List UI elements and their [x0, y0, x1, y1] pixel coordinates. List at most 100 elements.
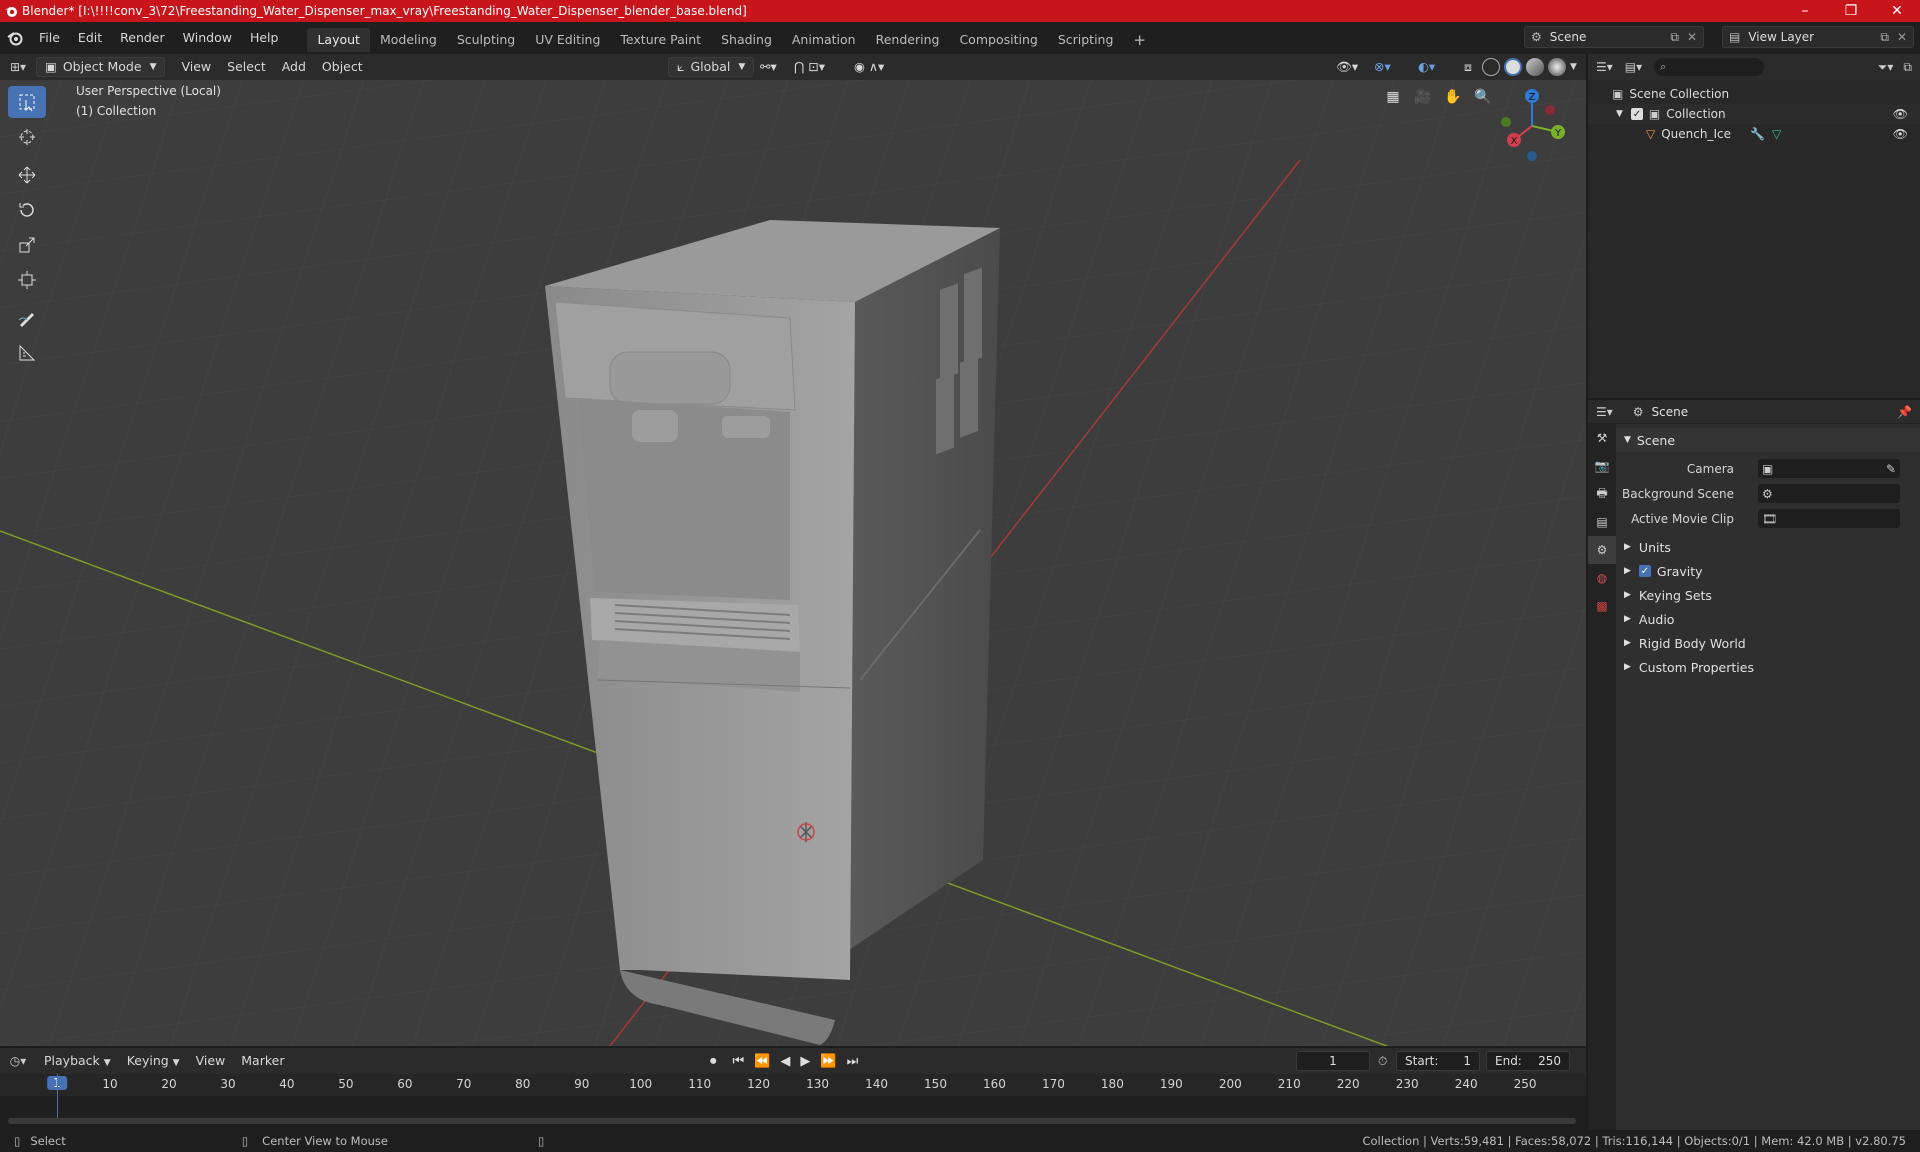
outliner-editor-type-icon[interactable]: ☰▾: [1596, 60, 1613, 74]
cursor-tool-icon[interactable]: [8, 121, 46, 153]
new-view-layer-icon[interactable]: ⧉: [1880, 30, 1889, 45]
gravity-checkbox[interactable]: ✓: [1638, 565, 1651, 577]
remove-view-layer-icon[interactable]: ✕: [1897, 30, 1907, 44]
tab-rendering[interactable]: Rendering: [866, 28, 950, 52]
filter-icon[interactable]: ⏷▾: [1878, 60, 1894, 75]
pin-icon[interactable]: 📌: [1897, 405, 1912, 419]
timeline-area[interactable]: 1102030405060708090100110120130140150160…: [0, 1074, 1586, 1128]
snap-icon[interactable]: ⋂ ⊡▾: [786, 57, 833, 77]
editor-type-icon[interactable]: ⊞▾: [0, 60, 36, 74]
transform-tool-icon[interactable]: [8, 264, 46, 296]
menu-window[interactable]: Window: [174, 26, 241, 50]
scene-panel-header[interactable]: ▼ Scene: [1616, 428, 1920, 452]
tab-shading[interactable]: Shading: [711, 28, 782, 52]
material-shading-icon[interactable]: [1526, 58, 1544, 76]
expand-arrow-icon[interactable]: ▼: [1616, 109, 1623, 119]
annotate-tool-icon[interactable]: [8, 302, 46, 334]
tab-modeling[interactable]: Modeling: [370, 28, 447, 52]
pivot-point-icon[interactable]: ⚯▾: [752, 57, 785, 77]
properties-editor-type-icon[interactable]: ☰▾: [1596, 405, 1613, 419]
tab-scripting[interactable]: Scripting: [1048, 28, 1124, 52]
new-collection-icon[interactable]: ⧉: [1903, 60, 1912, 75]
view-layer-selector[interactable]: ▤ View Layer ⧉ ✕: [1722, 26, 1914, 48]
3d-viewport[interactable]: User Perspective (Local) (1) Collection …: [0, 80, 1586, 1046]
background-scene-field[interactable]: ⚙: [1758, 484, 1900, 503]
menu-render[interactable]: Render: [111, 26, 174, 50]
tab-compositing[interactable]: Compositing: [949, 28, 1047, 52]
playback-menu[interactable]: Playback ▼: [36, 1051, 119, 1071]
zoom-icon[interactable]: 🔍: [1470, 84, 1496, 110]
custom-properties-panel-header[interactable]: ▶ Custom Properties: [1616, 655, 1920, 679]
modifier-wrench-icon[interactable]: 🔧: [1750, 127, 1765, 141]
prev-keyframe-icon[interactable]: ⏪: [754, 1054, 770, 1069]
camera-view-icon[interactable]: 🎥: [1410, 84, 1436, 110]
frame-ruler[interactable]: 1102030405060708090100110120130140150160…: [0, 1074, 1586, 1096]
visibility-eye-icon[interactable]: 👁: [1893, 107, 1908, 121]
timeline-scrollbar[interactable]: [8, 1118, 1576, 1124]
world-tab-icon[interactable]: ◍: [1588, 564, 1616, 592]
solid-shading-icon[interactable]: [1504, 58, 1522, 76]
units-panel-header[interactable]: ▶ Units: [1616, 535, 1920, 559]
wireframe-shading-icon[interactable]: [1482, 58, 1500, 76]
tool-tab-icon[interactable]: ⚒: [1588, 424, 1616, 452]
xray-toggle-icon[interactable]: ⧈: [1456, 57, 1480, 77]
gravity-panel-header[interactable]: ▶ ✓ Gravity: [1616, 559, 1920, 583]
texture-tab-icon[interactable]: ▩: [1588, 592, 1616, 620]
move-tool-icon[interactable]: [8, 159, 46, 191]
maximize-button[interactable]: ❐: [1828, 0, 1874, 22]
display-mode-icon[interactable]: ▤▾: [1625, 60, 1642, 74]
start-frame-field[interactable]: Start: 1: [1396, 1051, 1480, 1071]
menu-help[interactable]: Help: [241, 26, 288, 50]
menu-add[interactable]: Add: [274, 57, 314, 77]
mesh-data-icon[interactable]: ▽: [1772, 127, 1781, 141]
collection-checkbox[interactable]: ✓: [1630, 108, 1643, 120]
new-scene-icon[interactable]: ⧉: [1670, 30, 1679, 45]
pan-hand-icon[interactable]: ✋: [1440, 84, 1466, 110]
play-reverse-icon[interactable]: ◀: [780, 1054, 790, 1069]
menu-object[interactable]: Object: [314, 57, 371, 77]
eyedropper-icon[interactable]: ✎: [1886, 462, 1896, 476]
rigid-body-panel-header[interactable]: ▶ Rigid Body World: [1616, 631, 1920, 655]
current-frame-field[interactable]: 1: [1296, 1051, 1370, 1071]
visibility-eye-icon[interactable]: 👁: [1893, 127, 1908, 141]
audio-panel-header[interactable]: ▶ Audio: [1616, 607, 1920, 631]
navigation-gizmo[interactable]: Z Y X: [1492, 86, 1572, 166]
transform-orientation-dropdown[interactable]: ⟀ Global ▼: [668, 57, 755, 77]
output-tab-icon[interactable]: 🖶: [1588, 480, 1616, 508]
render-tab-icon[interactable]: 📷: [1588, 452, 1616, 480]
rotate-tool-icon[interactable]: [8, 194, 46, 226]
record-icon[interactable]: ⏺: [710, 1054, 717, 1069]
menu-edit[interactable]: Edit: [69, 26, 111, 50]
toggle-camera-grid-icon[interactable]: ▦: [1380, 84, 1406, 110]
menu-view[interactable]: View: [173, 57, 219, 77]
outliner-row-object[interactable]: ▽ Quench_Ice 🔧 ▽ 👁: [1588, 124, 1920, 144]
clock-icon[interactable]: ⏱: [1378, 1054, 1387, 1069]
scene-tab-icon[interactable]: ⚙: [1588, 536, 1616, 564]
keying-sets-panel-header[interactable]: ▶ Keying Sets: [1616, 583, 1920, 607]
end-frame-field[interactable]: End: 250: [1486, 1051, 1570, 1071]
tab-animation[interactable]: Animation: [782, 28, 866, 52]
movie-clip-field[interactable]: 🎞: [1758, 509, 1900, 528]
select-box-tool-icon[interactable]: [8, 86, 46, 118]
chevron-down-icon[interactable]: ▼: [1570, 58, 1577, 76]
object-mode-dropdown[interactable]: ▣ Object Mode ▼: [36, 57, 166, 77]
visibility-icon[interactable]: 👁▾: [1328, 57, 1366, 77]
measure-tool-icon[interactable]: [8, 337, 46, 369]
jump-start-icon[interactable]: ⏮: [733, 1054, 745, 1069]
proportional-edit-icon[interactable]: ◉ ∧▾: [846, 57, 892, 77]
play-icon[interactable]: ▶: [800, 1054, 810, 1069]
tab-texture-paint[interactable]: Texture Paint: [610, 28, 711, 52]
playhead-line[interactable]: [57, 1074, 58, 1120]
timeline-view-menu[interactable]: View: [188, 1051, 234, 1071]
minimize-button[interactable]: –: [1782, 0, 1828, 22]
view-layer-tab-icon[interactable]: ▤: [1588, 508, 1616, 536]
scene-selector[interactable]: ⚙ Scene ⧉ ✕: [1524, 26, 1704, 48]
scale-tool-icon[interactable]: [8, 229, 46, 261]
tab-uv-editing[interactable]: UV Editing: [525, 28, 610, 52]
menu-select[interactable]: Select: [219, 57, 274, 77]
timeline-editor-type-icon[interactable]: ◷▾: [0, 1054, 36, 1068]
next-keyframe-icon[interactable]: ⏩: [820, 1054, 836, 1069]
remove-scene-icon[interactable]: ✕: [1687, 30, 1697, 44]
outliner-row-collection[interactable]: ▼ ✓ ▣ Collection 👁: [1588, 104, 1920, 124]
gizmo-toggle-icon[interactable]: ⊗▾: [1366, 57, 1399, 77]
